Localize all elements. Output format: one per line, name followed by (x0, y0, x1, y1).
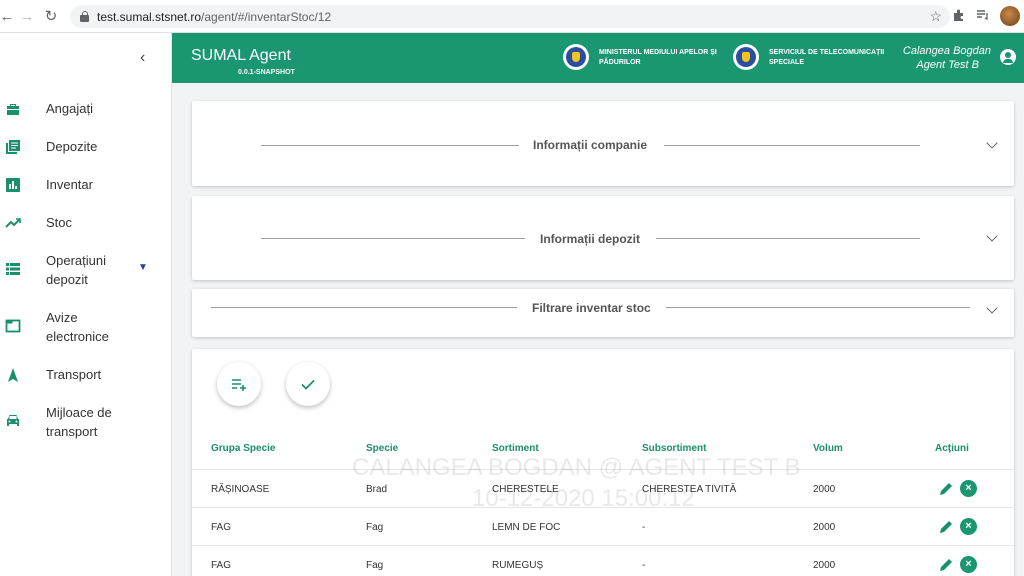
ministry-name: MINISTERUL MEDIULUI APELOR ȘI PĂDURILOR (599, 49, 717, 66)
app-title: SUMAL Agent (191, 47, 291, 64)
playlist-add-icon (232, 379, 246, 391)
cell-species: Brad (366, 484, 388, 495)
sidebar-item-label: Mijloace de transport (46, 405, 112, 439)
sidebar-item-label: Angajați (46, 101, 93, 116)
cell-sort: RUMEGUȘ (492, 560, 544, 571)
sidebar-item-label: Inventar (46, 177, 93, 192)
app-header: SUMAL Agent 0.0.1-SNAPSHOT MINISTERUL ME… (172, 33, 1024, 83)
sidebar-item-label: Operațiuni depozit (46, 253, 106, 287)
check-icon (301, 379, 315, 390)
add-row-button[interactable] (217, 362, 261, 406)
table-row: FAG Fag RUMEGUȘ - 2000 × (192, 545, 1014, 576)
inventory-table-card: Grupa Specie Specie Sortiment Subsortime… (192, 349, 1014, 576)
divider (211, 307, 517, 308)
header-volum[interactable]: Volum (813, 443, 843, 454)
navigation-icon (8, 367, 18, 382)
user-name: Calangea Bogdan (902, 45, 991, 57)
sidebar-item-transport[interactable]: Transport (0, 365, 172, 384)
sidebar-item-label: Depozite (46, 139, 98, 154)
car-icon (7, 415, 19, 426)
cell-volume: 2000 (813, 522, 836, 533)
cell-subsort: - (642, 522, 646, 533)
sidebar-item-avize-electronice[interactable]: Avize electronice (0, 308, 172, 346)
cell-group: RĂȘINOASE (211, 484, 270, 495)
forward-arrow-icon[interactable]: → (16, 5, 38, 27)
divider (664, 145, 920, 146)
sidebar-item-label: Stoc (46, 215, 73, 230)
cell-subsort: CHERESTEA TIVITĂ (642, 484, 737, 495)
cell-volume: 2000 (813, 560, 836, 571)
chevron-down-icon[interactable] (986, 302, 998, 314)
cell-volume: 2000 (813, 484, 836, 495)
ministry-seal-icon (563, 44, 589, 70)
delete-cancel-icon[interactable]: × (960, 518, 977, 535)
cell-subsort: - (642, 560, 646, 571)
address-bar[interactable]: test.sumal.stsnet.ro/agent/#/inventarSto… (70, 5, 950, 28)
panel-title: Informații companie (533, 138, 648, 152)
cell-group: FAG (211, 560, 232, 571)
cell-species: Fag (366, 522, 384, 533)
sidebar-item-label: Avize electronice (46, 310, 109, 344)
briefcase-icon (7, 103, 19, 115)
bar-chart-icon (6, 177, 20, 192)
panel-title: Informații depozit (540, 232, 640, 246)
star-icon[interactable]: ☆ (929, 8, 942, 25)
app-version: 0.0.1-SNAPSHOT (238, 69, 295, 76)
divider (261, 238, 525, 239)
panel-depot-info[interactable]: Informații depozit (192, 196, 1014, 280)
url-host: test.sumal.stsnet.ro (97, 9, 202, 24)
table-row: RĂȘINOASE Brad CHERESTELE CHERESTEA TIVI… (192, 469, 1014, 507)
edit-pencil-icon[interactable] (938, 519, 954, 535)
lock-icon (80, 11, 89, 22)
sidebar-item-angajati[interactable]: Angajați (0, 99, 172, 118)
delete-cancel-icon[interactable]: × (960, 480, 977, 497)
chevron-down-icon[interactable] (986, 137, 998, 149)
divider (656, 238, 920, 239)
reload-icon[interactable]: ↻ (40, 5, 62, 27)
panel-company-info[interactable]: Informații companie (192, 101, 1014, 186)
header-subsortiment[interactable]: Subsortiment (642, 443, 706, 454)
trending-up-icon (5, 217, 21, 228)
header-grupa-specie[interactable]: Grupa Specie (211, 443, 275, 454)
chevron-down-icon[interactable] (986, 230, 998, 242)
sidebar-item-stoc[interactable]: Stoc (0, 213, 172, 232)
cell-species: Fag (366, 560, 384, 571)
confirm-button[interactable] (286, 362, 330, 406)
edit-pencil-icon[interactable] (938, 481, 954, 497)
sts-name: SERVICIUL DE TELECOMUNICAȚII SPECIALE (769, 49, 885, 66)
chevron-left-icon[interactable]: ‹ (140, 49, 145, 67)
profile-avatar[interactable] (1000, 6, 1020, 26)
header-actiuni: Acțiuni (935, 443, 969, 454)
panel-filter-inventory[interactable]: Filtrare inventar stoc (192, 289, 1014, 337)
browser-toolbar: ← → ↻ test.sumal.stsnet.ro/agent/#/inven… (0, 0, 1024, 33)
sts-seal-icon (733, 44, 759, 70)
browser-extensions: ☆ (929, 6, 1020, 26)
cell-sort: LEMN DE FOC (492, 522, 561, 533)
library-books-icon (6, 139, 20, 154)
url-path: /agent/#/inventarStoc/12 (201, 9, 332, 24)
sidebar-item-label: Transport (46, 367, 102, 382)
divider (666, 307, 970, 308)
user-role: Agent Test B (916, 59, 979, 71)
header-specie[interactable]: Specie (366, 443, 398, 454)
account-circle-icon[interactable] (1000, 49, 1016, 65)
divider (261, 145, 519, 146)
list-icon (6, 263, 20, 275)
edit-pencil-icon[interactable] (938, 557, 954, 573)
header-sortiment[interactable]: Sortiment (492, 443, 539, 454)
panel-title: Filtrare inventar stoc (532, 301, 651, 315)
sidebar-item-mijloace-de-transport[interactable]: Mijloace de transport (0, 403, 172, 441)
sidebar-item-inventar[interactable]: Inventar (0, 175, 172, 194)
delete-cancel-icon[interactable]: × (960, 556, 977, 573)
puzzle-icon[interactable] (952, 8, 966, 25)
sidebar-item-operatiuni-depozit[interactable]: Operațiuni depozit ▼ (0, 251, 172, 289)
table-row: FAG Fag LEMN DE FOC - 2000 × (192, 507, 1014, 545)
tab-icon (5, 319, 21, 333)
sidebar: ‹ Angajați Depozite Inventar Stoc Operaț… (0, 33, 172, 576)
reading-list-icon[interactable] (976, 8, 990, 25)
sidebar-item-depozite[interactable]: Depozite (0, 137, 172, 156)
cell-group: FAG (211, 522, 232, 533)
cell-sort: CHERESTELE (492, 484, 559, 495)
chevron-down-icon[interactable]: ▼ (138, 262, 148, 273)
